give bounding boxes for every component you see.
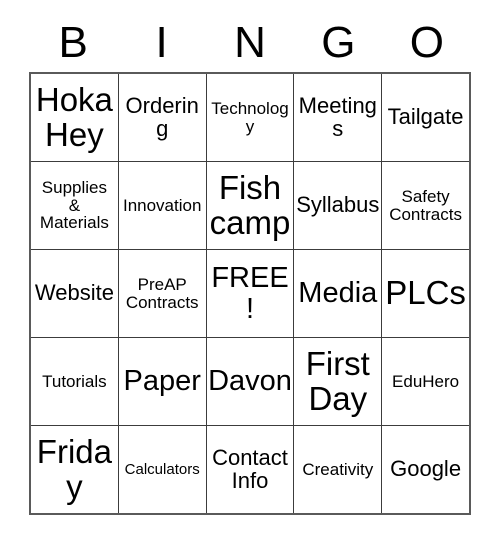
bingo-cell-label: Ordering: [125, 92, 199, 141]
bingo-cell-g1[interactable]: Meetings: [293, 74, 382, 161]
bingo-row-3: Website PreAP Contracts FREE! Media PLCs: [31, 249, 469, 337]
bingo-cell-label: Tutorials: [42, 371, 107, 391]
bingo-cell-b2[interactable]: Supplies & Materials: [31, 162, 118, 249]
bingo-cell-label: Safety Contracts: [389, 186, 462, 224]
bingo-cell-i5[interactable]: Calculators: [117, 426, 206, 513]
bingo-row-1: Hoka Hey Ordering Technology Meetings Ta…: [31, 74, 469, 161]
bingo-cell-label: Tailgate: [387, 104, 464, 130]
bingo-cell-label: Media: [298, 277, 378, 310]
bingo-free-space-label: FREE!: [211, 262, 289, 325]
bingo-cell-b3[interactable]: Website: [31, 250, 118, 337]
bingo-cell-n2[interactable]: Fish camp: [205, 162, 294, 249]
bingo-cell-label: Technology: [211, 98, 289, 136]
bingo-cell-label: Meetings: [298, 92, 377, 141]
bingo-cell-n5[interactable]: Contact Info: [205, 426, 294, 513]
bingo-cell-label: Hoka Hey: [35, 81, 113, 153]
bingo-cell-i3[interactable]: PreAP Contracts: [117, 250, 206, 337]
bingo-cell-label: Syllabus: [296, 192, 380, 218]
bingo-header-row: B I N G O: [29, 14, 471, 72]
bingo-cell-label: Calculators: [124, 460, 200, 478]
bingo-cell-label: Davon: [208, 365, 292, 398]
bingo-cell-label: PreAP Contracts: [125, 274, 199, 312]
bingo-header-letter-n: N: [234, 18, 266, 67]
bingo-cell-label: EduHero: [392, 371, 460, 391]
bingo-cell-label: Website: [34, 280, 114, 306]
bingo-cell-b5[interactable]: Friday: [31, 426, 118, 513]
bingo-cell-free-space[interactable]: FREE!: [205, 250, 294, 337]
bingo-cell-label: Friday: [36, 433, 112, 505]
bingo-cell-o3[interactable]: PLCs: [381, 250, 469, 337]
bingo-cell-o1[interactable]: Tailgate: [381, 74, 469, 161]
bingo-cell-b1[interactable]: Hoka Hey: [31, 74, 118, 161]
bingo-cell-label: Supplies & Materials: [39, 177, 109, 233]
bingo-header-letter-b: B: [58, 18, 88, 67]
bingo-cell-o4[interactable]: EduHero: [381, 338, 469, 425]
bingo-row-4: Tutorials Paper Davon First Day EduHero: [31, 337, 469, 425]
bingo-cell-label: First Day: [305, 345, 370, 417]
bingo-cell-o2[interactable]: Safety Contracts: [381, 162, 469, 249]
bingo-cell-b4[interactable]: Tutorials: [31, 338, 118, 425]
bingo-cell-n4[interactable]: Davon: [205, 338, 294, 425]
bingo-header-letter-i: I: [155, 18, 168, 67]
bingo-cell-i2[interactable]: Innovation: [117, 162, 206, 249]
bingo-cell-label: Contact Info: [212, 444, 288, 493]
bingo-cell-n1[interactable]: Technology: [205, 74, 294, 161]
bingo-header-letter-g: G: [321, 18, 356, 67]
bingo-cell-g3[interactable]: Media: [293, 250, 382, 337]
bingo-cell-g2[interactable]: Syllabus: [293, 162, 382, 249]
bingo-header-letter-o: O: [409, 18, 444, 67]
bingo-card: B I N G O Hoka Hey Ordering Technology M…: [29, 14, 471, 515]
bingo-cell-i1[interactable]: Ordering: [117, 74, 206, 161]
bingo-cell-g4[interactable]: First Day: [293, 338, 382, 425]
bingo-cell-label: Paper: [123, 365, 201, 398]
bingo-row-2: Supplies & Materials Innovation Fish cam…: [31, 161, 469, 249]
bingo-cell-g5[interactable]: Creativity: [293, 426, 382, 513]
bingo-grid: Hoka Hey Ordering Technology Meetings Ta…: [29, 72, 471, 515]
bingo-cell-i4[interactable]: Paper: [117, 338, 206, 425]
bingo-cell-o5[interactable]: Google: [381, 426, 469, 513]
bingo-cell-label: Google: [390, 456, 462, 482]
bingo-cell-label: Innovation: [122, 195, 202, 215]
bingo-row-5: Friday Calculators Contact Info Creativi…: [31, 425, 469, 513]
bingo-cell-label: PLCs: [385, 274, 466, 312]
bingo-cell-label: Fish camp: [209, 169, 291, 241]
bingo-cell-label: Creativity: [302, 459, 374, 479]
